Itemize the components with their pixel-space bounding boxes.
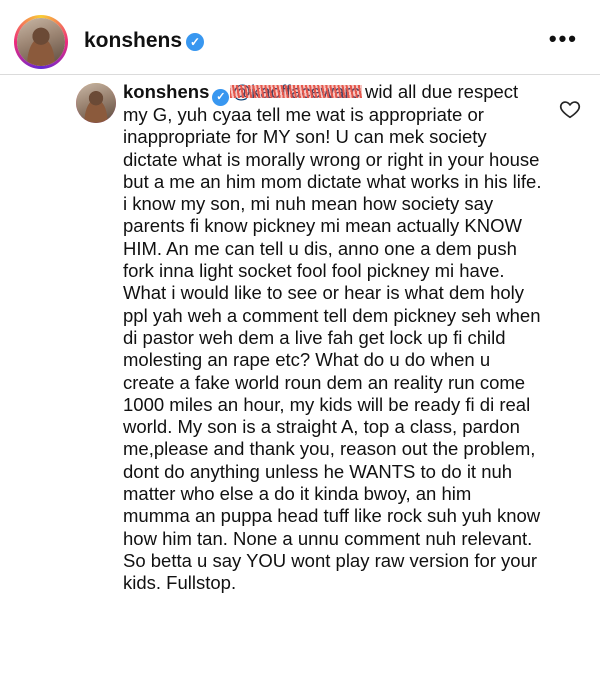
- header-username[interactable]: konshens: [84, 29, 182, 53]
- comment-text: wid all due respect my G, yuh cyaa tell …: [123, 81, 542, 594]
- comment-avatar-image: [76, 83, 116, 123]
- comment-username[interactable]: konshens: [123, 81, 209, 102]
- more-options-icon[interactable]: •••: [549, 28, 578, 50]
- heart-icon[interactable]: [559, 98, 581, 120]
- post-header: konshens ✓ •••: [0, 0, 600, 75]
- avatar-image: [17, 18, 65, 66]
- comment-body: konshens ✓ @kaoffacewarc wid all due respe…: [123, 81, 543, 595]
- verified-badge-icon: ✓: [186, 33, 204, 51]
- redacted-mention[interactable]: @kaoffacewarc: [230, 81, 363, 103]
- profile-avatar[interactable]: [14, 15, 68, 69]
- comment-avatar[interactable]: [76, 83, 116, 123]
